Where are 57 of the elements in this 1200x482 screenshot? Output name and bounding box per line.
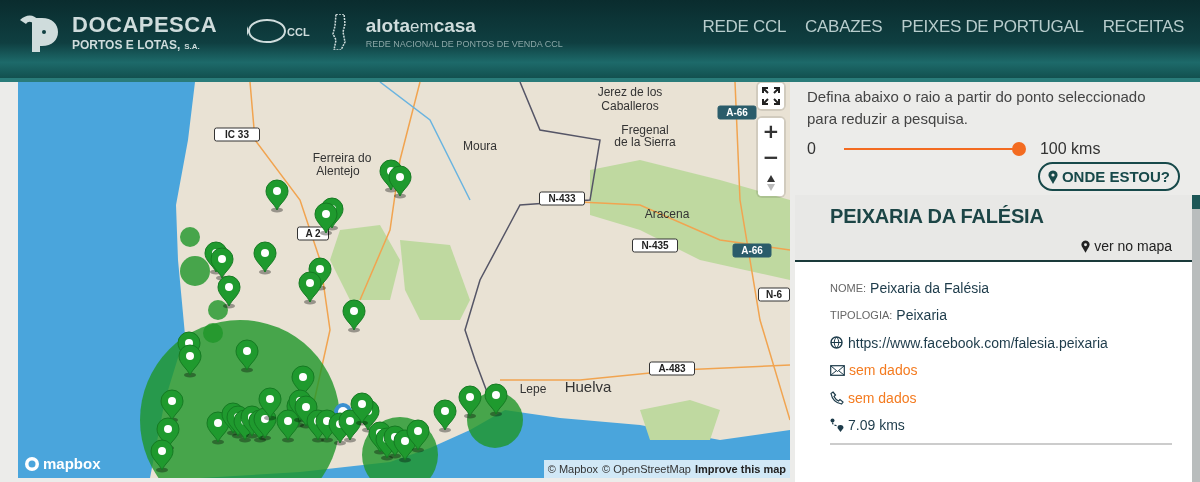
detail-text: 7.09 kms bbox=[848, 417, 905, 434]
envelope-icon bbox=[830, 364, 845, 376]
slider-min-label: 0 bbox=[807, 140, 816, 158]
field-value: Peixaria bbox=[896, 307, 947, 324]
map-label: Jerez de los bbox=[597, 85, 663, 99]
compass-icon bbox=[766, 174, 776, 192]
nav-link[interactable]: RECEITAS bbox=[1102, 17, 1184, 37]
logo-tagline: REDE NACIONAL DE PONTOS DE VENDA CCL bbox=[365, 39, 563, 49]
lota-logo-text: alotaemcasa bbox=[365, 15, 477, 37]
ccl-logo-text: CCL bbox=[287, 26, 310, 38]
map-label: Alentejo bbox=[316, 164, 360, 178]
detail-text: https://www.facebook.com/falesia.peixaria bbox=[848, 334, 1108, 351]
road-shield: A-66 bbox=[732, 243, 772, 258]
road-shield: A-66 bbox=[717, 105, 757, 120]
slider-max-label: 100 kms bbox=[1039, 140, 1101, 158]
scrollbar[interactable] bbox=[1192, 195, 1200, 482]
fullscreen-button[interactable] bbox=[758, 83, 784, 109]
nav-link[interactable]: PEIXES DE PORTUGAL bbox=[901, 17, 1084, 37]
mapbox-logo-text: mapbox bbox=[43, 455, 101, 472]
portugal-map-icon bbox=[331, 14, 346, 50]
road-shield: IC 33 bbox=[214, 127, 260, 142]
attribution-text: © OpenStreetMap bbox=[602, 463, 691, 475]
locate-button[interactable]: ONDE ESTOU? bbox=[1037, 162, 1180, 191]
map-label: Ferreira do bbox=[312, 151, 372, 165]
map-label: Huelva bbox=[564, 378, 612, 395]
map-label: Lepe bbox=[519, 382, 547, 396]
map-label: Fregenal bbox=[621, 123, 669, 137]
result-title: PEIXARIA DA FALÉSIA bbox=[830, 205, 1045, 228]
location-pin-icon bbox=[1047, 169, 1058, 184]
map-label: Moura bbox=[463, 139, 497, 153]
attribution-text: © Mapbox bbox=[547, 463, 599, 475]
road-shield: N-433 bbox=[539, 191, 585, 206]
road-shield: N-6 bbox=[758, 287, 790, 302]
nav-link[interactable]: REDE CCL bbox=[702, 17, 787, 37]
radius-slider[interactable] bbox=[843, 142, 1026, 156]
location-pin-icon bbox=[1081, 239, 1091, 253]
instructions-text: Defina abaixo o raio a partir do ponto seleccionado para reduzir a pesquisa. bbox=[807, 87, 1147, 129]
improve-map-link[interactable]: Improve this map bbox=[694, 463, 786, 475]
globe-icon bbox=[830, 335, 844, 350]
view-on-map-link[interactable]: ver no mapa bbox=[1081, 238, 1172, 254]
field-value: Peixaria da Falésia bbox=[870, 279, 990, 296]
route-icon bbox=[830, 418, 844, 433]
detail-text: sem dados bbox=[848, 389, 917, 406]
mapbox-logo-icon bbox=[24, 455, 40, 472]
field-label: NOME: bbox=[830, 281, 867, 294]
detail-text: sem dados bbox=[849, 362, 918, 379]
map-label: Aracena bbox=[644, 207, 690, 221]
slider-thumb[interactable] bbox=[1011, 142, 1026, 156]
logo-subtitle: PORTOS E LOTAS, S.A. bbox=[72, 38, 201, 51]
nav-link[interactable]: CABAZES bbox=[805, 17, 883, 37]
phone-icon bbox=[830, 390, 844, 405]
field-label: TIPOLOGIA: bbox=[830, 309, 893, 322]
map-label: Caballeros bbox=[601, 99, 659, 113]
road-shield: A-483 bbox=[649, 361, 695, 376]
docapesca-logo-text: DOCAPESCA bbox=[72, 13, 218, 36]
road-shield: A 2 bbox=[297, 226, 329, 241]
road-shield: N-435 bbox=[632, 238, 678, 253]
